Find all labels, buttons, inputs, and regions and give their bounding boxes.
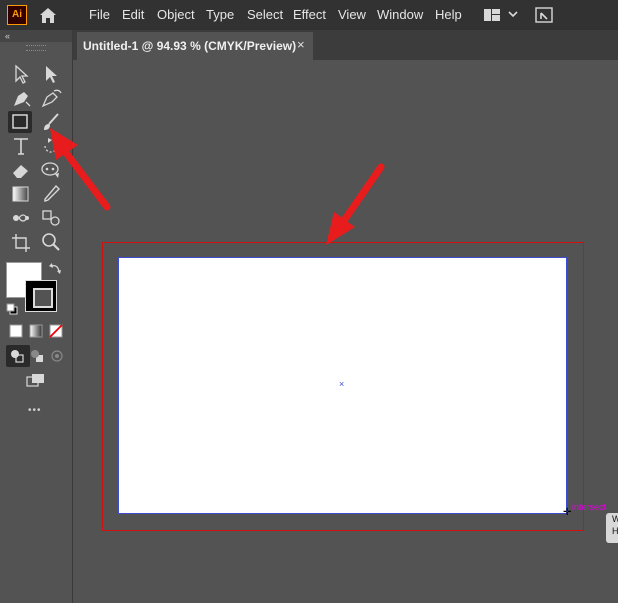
menu-help[interactable]: Help	[435, 6, 462, 24]
swap-fill-stroke-icon[interactable]	[48, 262, 62, 276]
selection-tool-icon[interactable]	[9, 63, 33, 85]
cursor-crosshair-icon: ✛	[563, 507, 572, 518]
stroke-color-swatch[interactable]	[25, 280, 57, 312]
arrow-to-bleed-guide-icon	[326, 163, 385, 245]
rotate-tool-icon[interactable]	[39, 135, 63, 157]
tooltip-height-label: H	[612, 526, 618, 536]
home-icon[interactable]	[38, 6, 58, 24]
drag-grip[interactable]	[26, 45, 46, 51]
smart-guide-label: intersect	[572, 502, 607, 512]
type-tool-icon[interactable]	[9, 135, 33, 157]
illustrator-logo: Ai	[7, 5, 27, 25]
close-icon[interactable]: ×	[297, 37, 305, 52]
rectangle-tool-icon[interactable]	[8, 111, 32, 133]
size-tooltip: W H	[606, 513, 618, 543]
artboard-center-mark-icon: ×	[339, 379, 345, 389]
edit-toolbar-button[interactable]: •••	[28, 405, 42, 416]
paintbrush-tool-icon[interactable]	[39, 111, 63, 133]
document-tab-bar: Untitled-1 @ 94.93 % (CMYK/Preview) ×	[73, 30, 618, 60]
puppet-warp-tool-icon[interactable]	[39, 159, 63, 181]
document-tab-title: Untitled-1 @ 94.93 % (CMYK/Preview)	[83, 39, 297, 53]
curvature-tool-icon[interactable]	[39, 87, 63, 109]
menu-view[interactable]: View	[338, 6, 366, 24]
document-tab[interactable]: Untitled-1 @ 94.93 % (CMYK/Preview) ×	[77, 32, 313, 60]
menu-type[interactable]: Type	[206, 6, 234, 24]
pen-tool-icon[interactable]	[9, 87, 33, 109]
direct-selection-tool-icon[interactable]	[39, 63, 63, 85]
tools-panel-header: «	[0, 30, 72, 42]
stroke-color-inner	[33, 288, 53, 308]
menu-effect[interactable]: Effect	[293, 6, 326, 24]
menu-edit[interactable]: Edit	[122, 6, 144, 24]
eraser-tool-icon[interactable]	[9, 159, 33, 181]
workspace-switcher-icon[interactable]	[483, 7, 519, 23]
eyedropper-tool-icon[interactable]	[39, 183, 63, 205]
gradient-tool-icon[interactable]	[9, 183, 33, 205]
artboard-tool-icon[interactable]	[9, 231, 33, 253]
menu-window[interactable]: Window	[377, 6, 423, 24]
blend-tool-icon[interactable]	[9, 207, 33, 229]
menu-select[interactable]: Select	[247, 6, 283, 24]
draw-inside-icon[interactable]	[46, 345, 70, 367]
screen-mode-icon[interactable]	[24, 370, 48, 392]
tooltip-width-label: W	[612, 514, 618, 524]
symbol-sprayer-tool-icon[interactable]	[39, 207, 63, 229]
menu-bar: Ai File Edit Object Type Select Effect V…	[0, 0, 618, 30]
menu-file[interactable]: File	[89, 6, 110, 24]
menu-object[interactable]: Object	[157, 6, 195, 24]
collapse-icon[interactable]: «	[5, 31, 10, 41]
zoom-tool-icon[interactable]	[39, 231, 63, 253]
none-mode-icon[interactable]	[46, 321, 70, 343]
default-fill-stroke-icon[interactable]	[6, 302, 18, 315]
arrange-documents-icon[interactable]	[534, 6, 554, 24]
